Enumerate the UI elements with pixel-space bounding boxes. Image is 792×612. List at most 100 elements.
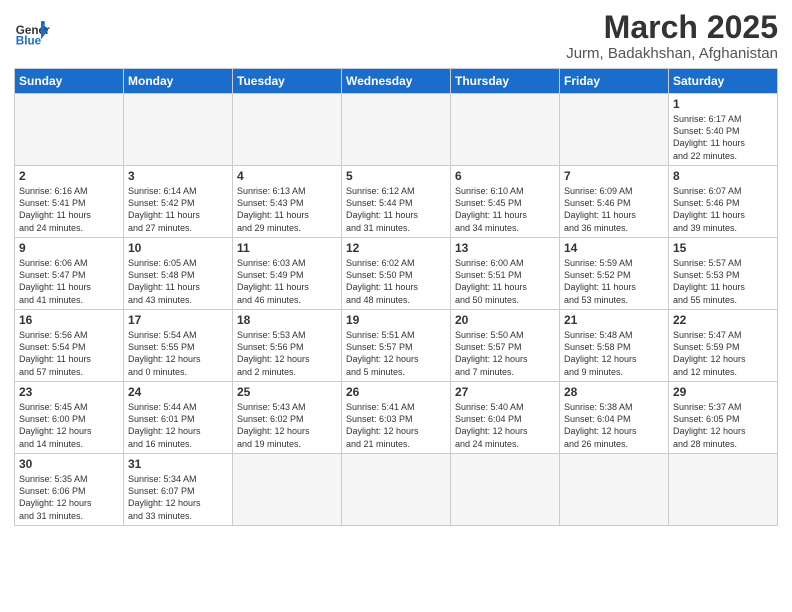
day-number: 9 xyxy=(19,241,119,255)
day-info: Sunrise: 5:43 AM Sunset: 6:02 PM Dayligh… xyxy=(237,401,337,450)
day-info: Sunrise: 6:00 AM Sunset: 5:51 PM Dayligh… xyxy=(455,257,555,306)
day-info: Sunrise: 5:59 AM Sunset: 5:52 PM Dayligh… xyxy=(564,257,664,306)
day-number: 11 xyxy=(237,241,337,255)
calendar-cell xyxy=(451,454,560,526)
calendar-cell: 28Sunrise: 5:38 AM Sunset: 6:04 PM Dayli… xyxy=(560,382,669,454)
month-title: March 2025 xyxy=(566,10,778,45)
calendar-body: 1Sunrise: 6:17 AM Sunset: 5:40 PM Daylig… xyxy=(15,94,778,526)
calendar-cell: 3 Sunrise: 6:14 AM Sunset: 5:42 PM Daylig… xyxy=(124,166,233,238)
weekday-header: Thursday xyxy=(451,69,560,94)
day-number: 6 xyxy=(455,169,555,183)
day-info: Sunrise: 5:47 AM Sunset: 5:59 PM Dayligh… xyxy=(673,329,773,378)
calendar-cell: 30 Sunrise: 5:35 AM Sunset: 6:06 PM Dayli… xyxy=(15,454,124,526)
day-number: 10 xyxy=(128,241,228,255)
day-info: Sunrise: 6:09 AM Sunset: 5:46 PM Dayligh… xyxy=(564,185,664,234)
calendar-cell: 19 Sunrise: 5:51 AM Sunset: 5:57 PM Dayli… xyxy=(342,310,451,382)
calendar-cell: 18 Sunrise: 5:53 AM Sunset: 5:56 PM Dayli… xyxy=(233,310,342,382)
calendar-cell: 27 Sunrise: 5:40 AM Sunset: 6:04 PM Dayli… xyxy=(451,382,560,454)
calendar-cell xyxy=(233,454,342,526)
day-info: Sunrise: 5:51 AM Sunset: 5:57 PM Dayligh… xyxy=(346,329,446,378)
day-info: Sunrise: 6:10 AM Sunset: 5:45 PM Dayligh… xyxy=(455,185,555,234)
calendar-cell: 25Sunrise: 5:43 AM Sunset: 6:02 PM Dayli… xyxy=(233,382,342,454)
calendar-cell: 1Sunrise: 6:17 AM Sunset: 5:40 PM Daylig… xyxy=(669,94,778,166)
weekday-row: SundayMondayTuesdayWednesdayThursdayFrid… xyxy=(15,69,778,94)
day-number: 15 xyxy=(673,241,773,255)
calendar-cell: 2Sunrise: 6:16 AM Sunset: 5:41 PM Daylig… xyxy=(15,166,124,238)
calendar-cell: 29 Sunrise: 5:37 AM Sunset: 6:05 PM Dayli… xyxy=(669,382,778,454)
day-number: 29 xyxy=(673,385,773,399)
day-info: Sunrise: 5:34 AM Sunset: 6:07 PM Dayligh… xyxy=(128,473,228,522)
day-number: 7 xyxy=(564,169,664,183)
day-number: 21 xyxy=(564,313,664,327)
weekday-header: Friday xyxy=(560,69,669,94)
day-info: Sunrise: 6:05 AM Sunset: 5:48 PM Dayligh… xyxy=(128,257,228,306)
calendar-cell xyxy=(124,94,233,166)
day-info: Sunrise: 6:07 AM Sunset: 5:46 PM Dayligh… xyxy=(673,185,773,234)
logo-icon: General Blue xyxy=(14,14,50,50)
day-info: Sunrise: 5:37 AM Sunset: 6:05 PM Dayligh… xyxy=(673,401,773,450)
calendar-cell: 6 Sunrise: 6:10 AM Sunset: 5:45 PM Daylig… xyxy=(451,166,560,238)
calendar-cell: 10 Sunrise: 6:05 AM Sunset: 5:48 PM Dayli… xyxy=(124,238,233,310)
day-number: 30 xyxy=(19,457,119,471)
day-info: Sunrise: 5:40 AM Sunset: 6:04 PM Dayligh… xyxy=(455,401,555,450)
day-info: Sunrise: 5:38 AM Sunset: 6:04 PM Dayligh… xyxy=(564,401,664,450)
weekday-header: Tuesday xyxy=(233,69,342,94)
calendar-cell: 20Sunrise: 5:50 AM Sunset: 5:57 PM Dayli… xyxy=(451,310,560,382)
calendar-cell: 26 Sunrise: 5:41 AM Sunset: 6:03 PM Dayli… xyxy=(342,382,451,454)
day-info: Sunrise: 5:56 AM Sunset: 5:54 PM Dayligh… xyxy=(19,329,119,378)
calendar-cell: 15 Sunrise: 5:57 AM Sunset: 5:53 PM Dayli… xyxy=(669,238,778,310)
day-info: Sunrise: 5:45 AM Sunset: 6:00 PM Dayligh… xyxy=(19,401,119,450)
page: General Blue March 2025 Jurm, Badakhshan… xyxy=(0,0,792,612)
day-number: 8 xyxy=(673,169,773,183)
header: General Blue March 2025 Jurm, Badakhshan… xyxy=(14,10,778,62)
day-number: 23 xyxy=(19,385,119,399)
calendar-cell: 7 Sunrise: 6:09 AM Sunset: 5:46 PM Daylig… xyxy=(560,166,669,238)
calendar-cell: 22Sunrise: 5:47 AM Sunset: 5:59 PM Dayli… xyxy=(669,310,778,382)
calendar-cell: 23 Sunrise: 5:45 AM Sunset: 6:00 PM Dayli… xyxy=(15,382,124,454)
day-number: 31 xyxy=(128,457,228,471)
day-info: Sunrise: 6:17 AM Sunset: 5:40 PM Dayligh… xyxy=(673,113,773,162)
day-number: 17 xyxy=(128,313,228,327)
day-info: Sunrise: 5:57 AM Sunset: 5:53 PM Dayligh… xyxy=(673,257,773,306)
day-info: Sunrise: 5:53 AM Sunset: 5:56 PM Dayligh… xyxy=(237,329,337,378)
calendar: SundayMondayTuesdayWednesdayThursdayFrid… xyxy=(14,68,778,526)
title-section: March 2025 Jurm, Badakhshan, Afghanistan xyxy=(566,10,778,62)
day-number: 26 xyxy=(346,385,446,399)
calendar-cell: 14 Sunrise: 5:59 AM Sunset: 5:52 PM Dayli… xyxy=(560,238,669,310)
calendar-cell: 16 Sunrise: 5:56 AM Sunset: 5:54 PM Dayli… xyxy=(15,310,124,382)
logo: General Blue xyxy=(14,14,50,50)
day-number: 27 xyxy=(455,385,555,399)
day-info: Sunrise: 5:48 AM Sunset: 5:58 PM Dayligh… xyxy=(564,329,664,378)
calendar-cell: 4 Sunrise: 6:13 AM Sunset: 5:43 PM Daylig… xyxy=(233,166,342,238)
calendar-cell xyxy=(669,454,778,526)
weekday-header: Wednesday xyxy=(342,69,451,94)
calendar-cell: 24Sunrise: 5:44 AM Sunset: 6:01 PM Dayli… xyxy=(124,382,233,454)
calendar-cell: 5Sunrise: 6:12 AM Sunset: 5:44 PM Daylig… xyxy=(342,166,451,238)
calendar-cell: 21 Sunrise: 5:48 AM Sunset: 5:58 PM Dayli… xyxy=(560,310,669,382)
day-number: 3 xyxy=(128,169,228,183)
calendar-cell xyxy=(342,454,451,526)
calendar-cell: 13 Sunrise: 6:00 AM Sunset: 5:51 PM Dayli… xyxy=(451,238,560,310)
calendar-cell xyxy=(451,94,560,166)
calendar-cell xyxy=(15,94,124,166)
calendar-cell: 8 Sunrise: 6:07 AM Sunset: 5:46 PM Daylig… xyxy=(669,166,778,238)
day-number: 16 xyxy=(19,313,119,327)
day-number: 19 xyxy=(346,313,446,327)
day-info: Sunrise: 5:41 AM Sunset: 6:03 PM Dayligh… xyxy=(346,401,446,450)
day-info: Sunrise: 6:14 AM Sunset: 5:42 PM Dayligh… xyxy=(128,185,228,234)
day-number: 18 xyxy=(237,313,337,327)
day-number: 14 xyxy=(564,241,664,255)
calendar-cell xyxy=(342,94,451,166)
day-number: 5 xyxy=(346,169,446,183)
day-number: 12 xyxy=(346,241,446,255)
calendar-cell: 17Sunrise: 5:54 AM Sunset: 5:55 PM Dayli… xyxy=(124,310,233,382)
day-info: Sunrise: 5:35 AM Sunset: 6:06 PM Dayligh… xyxy=(19,473,119,522)
location: Jurm, Badakhshan, Afghanistan xyxy=(566,45,778,62)
calendar-cell: 31 Sunrise: 5:34 AM Sunset: 6:07 PM Dayli… xyxy=(124,454,233,526)
day-number: 4 xyxy=(237,169,337,183)
day-info: Sunrise: 6:13 AM Sunset: 5:43 PM Dayligh… xyxy=(237,185,337,234)
day-info: Sunrise: 5:44 AM Sunset: 6:01 PM Dayligh… xyxy=(128,401,228,450)
calendar-cell: 11Sunrise: 6:03 AM Sunset: 5:49 PM Dayli… xyxy=(233,238,342,310)
day-number: 13 xyxy=(455,241,555,255)
day-number: 20 xyxy=(455,313,555,327)
